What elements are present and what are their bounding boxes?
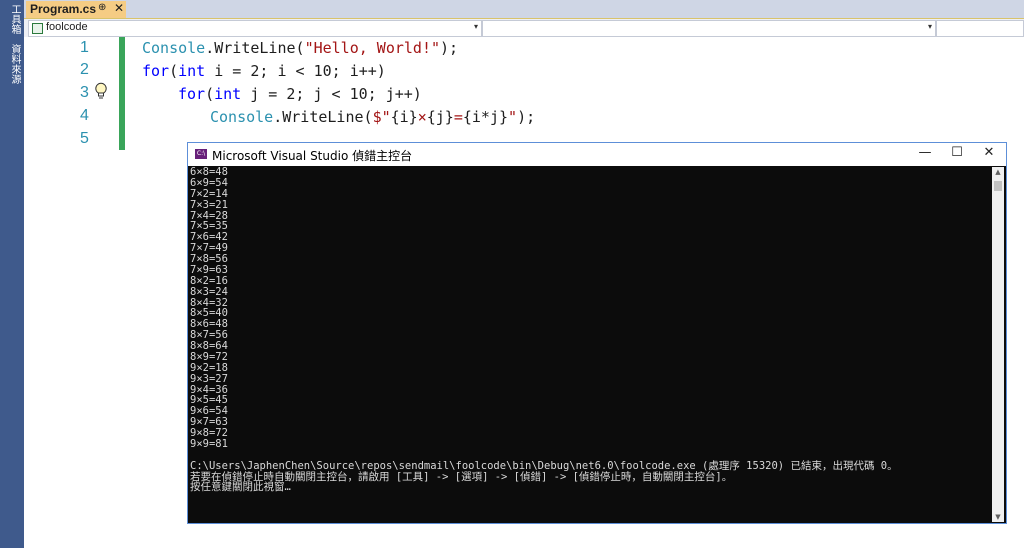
line-number: 5: [80, 130, 89, 147]
console-scrollbar[interactable]: ▲ ▼: [992, 167, 1004, 522]
console-output-line: 7×9=63: [190, 263, 228, 276]
side-toolbar: 工具箱 資料來源: [0, 0, 25, 548]
chevron-down-icon: ▾: [927, 22, 932, 31]
code-line-3: for(int j = 2; j < 10; j++): [178, 85, 422, 103]
console-output-line: 9×2=18: [190, 361, 228, 374]
console-output-line: 8×2=16: [190, 274, 228, 287]
console-output-line: 8×6=48: [190, 318, 228, 331]
console-output-line: 7×2=14: [190, 187, 228, 200]
console-app-icon: C:\: [195, 149, 207, 159]
console-output-line: 若要在偵錯停止時自動關閉主控台，請啟用 [工具] -> [選項] -> [偵錯]…: [190, 470, 733, 483]
console-output-line: 8×7=56: [190, 329, 228, 342]
console-output-line: 8×3=24: [190, 285, 228, 298]
close-tab-icon[interactable]: ✕: [114, 1, 124, 15]
console-output-line: 9×5=45: [190, 394, 228, 407]
maximize-button[interactable]: ☐: [942, 145, 972, 163]
data-sources-tab[interactable]: 資料來源: [4, 44, 20, 84]
console-output-line: 7×5=35: [190, 220, 228, 233]
close-button[interactable]: ✕: [974, 145, 1004, 163]
project-name: foolcode: [46, 21, 88, 33]
line-number: 2: [80, 61, 89, 78]
code-line-2: for(int i = 2; i < 10; i++): [142, 62, 386, 80]
console-output-line: 9×7=63: [190, 416, 228, 429]
navigation-bar: foolcode ▾ ▾: [24, 19, 1024, 38]
console-title-bar[interactable]: C:\ Microsoft Visual Studio 偵錯主控台 — ☐ ✕: [188, 143, 1006, 166]
console-title: Microsoft Visual Studio 偵錯主控台: [212, 149, 413, 163]
toolbox-tab[interactable]: 工具箱: [4, 4, 20, 34]
line-number: 1: [80, 39, 89, 56]
extra-dropdown[interactable]: [936, 20, 1024, 37]
console-output-line: 9×8=72: [190, 427, 228, 439]
scroll-thumb[interactable]: [994, 181, 1002, 191]
console-output-line: 8×5=40: [190, 307, 228, 320]
console-output-line: 7×6=42: [190, 231, 228, 244]
debug-console-window[interactable]: C:\ Microsoft Visual Studio 偵錯主控台 — ☐ ✕ …: [187, 142, 1007, 524]
scroll-up-icon[interactable]: ▲: [992, 167, 1004, 177]
line-number: 4: [80, 107, 89, 124]
console-output-line: 9×9=81: [190, 437, 228, 450]
console-output-line: 7×3=21: [190, 198, 228, 211]
console-output-line: 6×9=54: [190, 176, 228, 189]
lightbulb-icon[interactable]: [94, 82, 108, 100]
code-line-4: Console.WriteLine($"{i}×{j}={i*j}");: [210, 108, 536, 126]
console-output-line: 7×8=56: [190, 253, 228, 265]
code-line-1: Console.WriteLine("Hello, World!");: [142, 39, 459, 57]
tab-title: Program.cs: [30, 2, 97, 16]
console-output-line: 8×8=64: [190, 340, 228, 352]
tab-program-cs[interactable]: Program.cs ⊕ ✕: [26, 1, 126, 18]
console-output-line: 9×3=27: [190, 372, 228, 385]
csharp-project-icon: [32, 23, 43, 34]
console-output: 6×8=48 6×9=54 7×2=14 7×3=21 7×4=28 7×5=35 7×6=…: [190, 167, 990, 522]
minimize-button[interactable]: —: [910, 145, 940, 163]
console-output-line: 7×7=49: [190, 242, 228, 255]
console-output-line: 6×8=48: [190, 167, 228, 178]
console-output-line: 8×4=32: [190, 296, 228, 309]
change-tracking-bar: [119, 37, 125, 150]
console-output-line: 按任意鍵關閉此視窗…: [190, 481, 291, 494]
scroll-down-icon[interactable]: ▼: [992, 512, 1004, 522]
console-output-line: 8×9=72: [190, 350, 228, 363]
console-output-line: 7×4=28: [190, 209, 228, 222]
console-output-line: 9×4=36: [190, 383, 228, 396]
console-output-line: 9×6=54: [190, 405, 228, 418]
document-tab-bar: Program.cs ⊕ ✕: [24, 0, 1024, 19]
console-output-line: C:\Users\JaphenChen\Source\repos\sendmai…: [190, 459, 898, 472]
pin-icon[interactable]: ⊕: [98, 2, 106, 13]
chevron-down-icon: ▾: [473, 22, 478, 31]
member-dropdown[interactable]: ▾: [482, 20, 936, 37]
project-dropdown[interactable]: foolcode ▾: [28, 20, 482, 37]
